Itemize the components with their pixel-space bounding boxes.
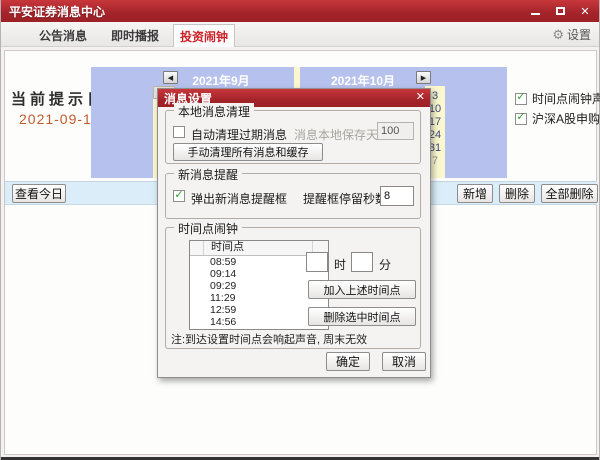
option-alarm-sound[interactable]: ✓ 时间点闹钟声音	[515, 90, 600, 107]
checkbox-alarm-sound[interactable]: ✓	[515, 91, 527, 105]
calendar-month-left: 2021年9月	[192, 74, 250, 88]
check-icon: ✓	[516, 111, 526, 123]
option-a-share-subscription-reminder[interactable]: ✓ 沪深A股申购提醒	[515, 110, 600, 127]
settings-button[interactable]: ⚙ 设置	[552, 22, 591, 46]
keep-days-input[interactable]	[377, 122, 414, 140]
chevron-left-icon: ◀	[167, 74, 174, 82]
tab-announcements[interactable]: 公告消息	[31, 24, 95, 46]
stay-seconds-input[interactable]	[380, 186, 414, 206]
group-legend: 时间点闹钟	[174, 220, 243, 237]
time-table-gutter	[190, 241, 204, 255]
window-title: 平安证券消息中心	[9, 4, 106, 19]
cancel-button[interactable]: 取消	[382, 352, 426, 371]
group-legend: 本地消息清理	[174, 103, 255, 120]
checkbox-auto-clean[interactable]	[173, 126, 185, 138]
app-window: 平安证券消息中心 ✕ 公告消息 即时播报 投资闹钟 ⚙ 设置 当前提示日 202…	[0, 0, 600, 460]
popup-reminder-label: 弹出新消息提醒框	[191, 192, 288, 206]
tab-label: 即时播报	[110, 28, 159, 43]
minute-label: 分	[379, 258, 392, 272]
calendar-month-right: 2021年10月	[330, 74, 396, 88]
chevron-right-icon: ▶	[420, 74, 427, 82]
delete-all-button[interactable]: 全部删除	[541, 184, 598, 203]
close-icon: ✕	[580, 5, 590, 18]
group-local-cleanup: 本地消息清理 自动清理过期消息 消息本地保存天数： 手动清理所有消息和缓存	[165, 103, 421, 164]
tab-label: 投资闹钟	[179, 29, 228, 44]
auto-clean-label: 自动清理过期消息	[191, 128, 288, 142]
add-time-point-button[interactable]: 加入上述时间点	[308, 280, 416, 299]
time-table-header-label: 时间点	[211, 241, 244, 253]
checkbox-popup-reminder[interactable]: ✓	[173, 188, 185, 202]
alarm-note: 注:到达设置时间点会响起声音, 周末无效	[171, 334, 368, 346]
tab-investment-alarm[interactable]: 投资闹钟	[173, 24, 235, 47]
calendar-next-button[interactable]: ▶	[416, 71, 431, 84]
tab-bar: 公告消息 即时播报 投资闹钟 ⚙ 设置	[1, 22, 599, 47]
minimize-icon	[530, 12, 540, 15]
view-today-button[interactable]: 查看今日	[12, 184, 66, 203]
delete-time-point-button[interactable]: 删除选中时间点	[308, 307, 416, 326]
tab-live-broadcast[interactable]: 即时播报	[103, 24, 167, 46]
maximize-icon	[555, 7, 565, 15]
check-icon: ✓	[174, 188, 184, 201]
add-button[interactable]: 新增	[457, 184, 493, 203]
option-label: 沪深A股申购提醒	[532, 112, 600, 126]
message-settings-dialog: 消息设置 ✕ 本地消息清理 自动清理过期消息 消息本地保存天数： 手动清理所有消…	[157, 88, 431, 378]
close-button[interactable]: ✕	[577, 3, 593, 19]
maximize-button[interactable]	[552, 3, 568, 19]
hour-label: 时	[334, 258, 347, 272]
dialog-close-button[interactable]: ✕	[416, 90, 425, 103]
current-day-value: 2021-09-18	[19, 111, 101, 127]
ok-button[interactable]: 确定	[326, 352, 370, 371]
group-new-message-reminder: 新消息提醒 ✓ 弹出新消息提醒框 提醒框停留秒数：	[165, 166, 421, 219]
minute-input[interactable]	[351, 252, 373, 272]
close-icon: ✕	[415, 91, 425, 103]
group-legend: 新消息提醒	[174, 166, 243, 183]
gear-icon: ⚙	[552, 26, 564, 42]
manual-clean-button[interactable]: 手动清理所有消息和缓存	[173, 143, 323, 161]
calendar-prev-button[interactable]: ◀	[163, 71, 178, 84]
checkbox-a-share-reminder[interactable]: ✓	[515, 111, 527, 125]
window-controls: ✕	[527, 0, 593, 22]
minimize-button[interactable]	[527, 3, 543, 19]
delete-button[interactable]: 删除	[499, 184, 535, 203]
check-icon: ✓	[516, 91, 526, 103]
titlebar: 平安证券消息中心 ✕	[1, 0, 599, 22]
group-time-alarm: 时间点闹钟 时间点 08:59 09:14 09:29 11:29 12:59 …	[165, 220, 421, 349]
option-label: 时间点闹钟声音	[532, 92, 600, 106]
hour-input[interactable]	[306, 252, 328, 272]
settings-label: 设置	[566, 27, 591, 42]
tab-label: 公告消息	[38, 28, 87, 43]
